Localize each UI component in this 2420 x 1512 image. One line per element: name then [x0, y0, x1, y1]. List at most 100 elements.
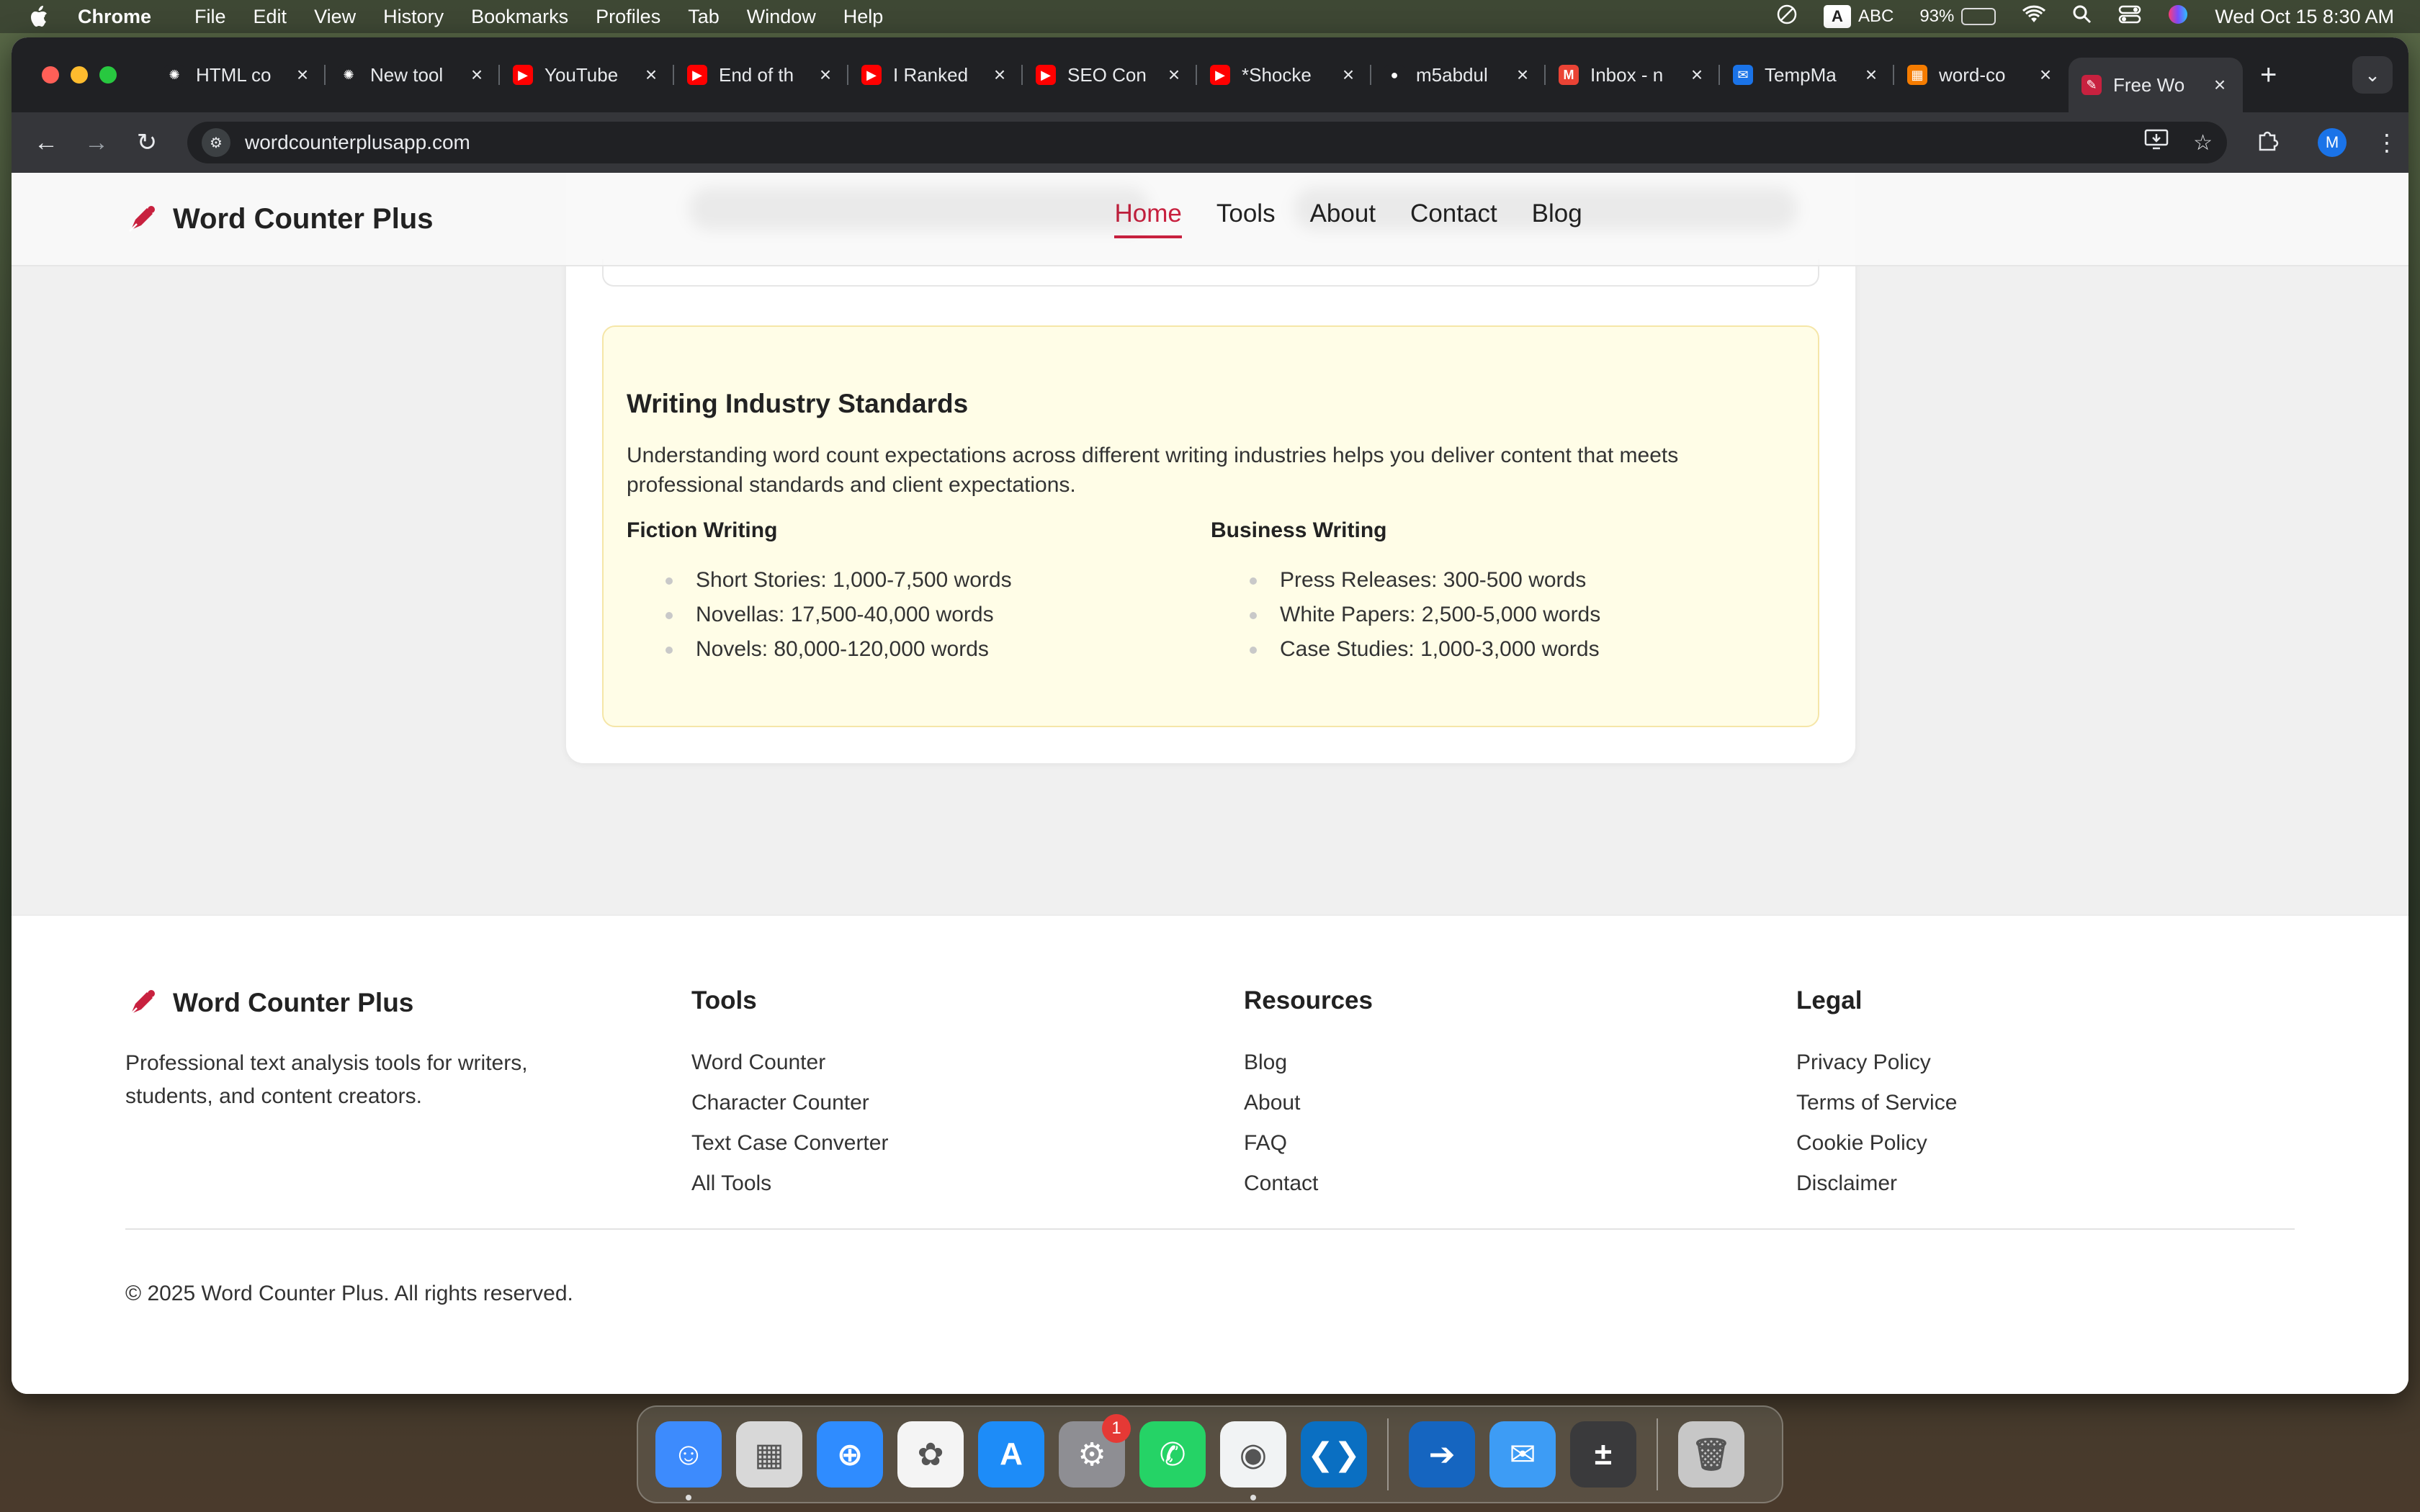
- footer-link-contact[interactable]: Contact: [1244, 1164, 1373, 1204]
- calculator-icon[interactable]: ±: [1570, 1421, 1636, 1488]
- close-tab-icon[interactable]: ×: [2210, 73, 2230, 96]
- tab-search-button[interactable]: ⌄: [2352, 56, 2393, 94]
- footer-legal-title: Legal: [1796, 986, 1863, 1014]
- finder-icon[interactable]: ☺: [655, 1421, 722, 1500]
- close-tab-icon[interactable]: ×: [1164, 63, 1184, 86]
- close-tab-icon[interactable]: ×: [292, 63, 313, 86]
- menu-app-name[interactable]: Chrome: [78, 6, 151, 28]
- wifi-icon[interactable]: [2022, 5, 2046, 29]
- footer-link-terms-of-service[interactable]: Terms of Service: [1796, 1083, 1957, 1123]
- input-source[interactable]: A ABC: [1823, 5, 1894, 28]
- browser-tab[interactable]: ▶ *Shocke ×: [1197, 53, 1371, 96]
- close-tab-icon[interactable]: ×: [990, 63, 1010, 86]
- new-tab-button[interactable]: +: [2260, 59, 2277, 91]
- zoom-window-button[interactable]: [99, 66, 117, 84]
- site-header: Word Counter Plus Home Tools About Conta…: [12, 173, 2408, 266]
- chrome-menu-icon[interactable]: ⋮: [2375, 129, 2398, 156]
- close-tab-icon[interactable]: ×: [1338, 63, 1358, 86]
- extensions-icon[interactable]: [2256, 128, 2279, 157]
- close-tab-icon[interactable]: ×: [467, 63, 487, 86]
- accessibility-icon[interactable]: [1776, 4, 1798, 30]
- close-window-button[interactable]: [42, 66, 59, 84]
- footer-copyright: © 2025 Word Counter Plus. All rights res…: [125, 1282, 573, 1305]
- whatsapp-icon[interactable]: ✆: [1139, 1421, 1206, 1488]
- standards-intro: Understanding word count expectations ac…: [627, 444, 1679, 497]
- bookmark-star-icon[interactable]: ☆: [2193, 130, 2213, 156]
- menu-view[interactable]: View: [314, 6, 356, 28]
- browser-tab[interactable]: ▦ word-co ×: [1894, 53, 2069, 96]
- close-tab-icon[interactable]: ×: [2035, 63, 2056, 86]
- menu-window[interactable]: Window: [747, 6, 816, 28]
- site-info-icon[interactable]: ⚙: [202, 128, 230, 157]
- menu-help[interactable]: Help: [843, 6, 884, 28]
- back-button[interactable]: ←: [30, 127, 62, 158]
- footer-link-cookie-policy[interactable]: Cookie Policy: [1796, 1123, 1957, 1164]
- input-source-badge: A: [1823, 5, 1851, 28]
- footer-link-character-counter[interactable]: Character Counter: [691, 1083, 888, 1123]
- close-tab-icon[interactable]: ×: [1512, 63, 1533, 86]
- footer-link-faq[interactable]: FAQ: [1244, 1123, 1373, 1164]
- safari-icon[interactable]: ⊕: [817, 1421, 883, 1488]
- mail-icon[interactable]: ✉: [1489, 1421, 1556, 1488]
- footer-link-text-case-converter[interactable]: Text Case Converter: [691, 1123, 888, 1164]
- github-icon: ●: [1384, 65, 1404, 85]
- app-store-icon[interactable]: A: [978, 1421, 1044, 1488]
- tabs-container: ✺ HTML co × ✺ New tool × ▶ YouTube × ▶ End of th × ▶…: [151, 37, 2243, 112]
- browser-tab[interactable]: ▶ YouTube ×: [500, 53, 674, 96]
- photos-icon[interactable]: ✿: [897, 1421, 964, 1488]
- menu-history[interactable]: History: [383, 6, 444, 28]
- address-bar[interactable]: ⚙ wordcounterplusapp.com ☆: [187, 122, 2227, 163]
- vscode-icon[interactable]: ❮❯: [1301, 1421, 1367, 1488]
- launchpad-icon[interactable]: ▦: [736, 1421, 802, 1488]
- menu-tab[interactable]: Tab: [688, 6, 720, 28]
- menu-edit[interactable]: Edit: [254, 6, 287, 28]
- system-settings-icon[interactable]: ⚙ 1: [1059, 1414, 1131, 1488]
- siri-icon[interactable]: [2167, 4, 2189, 30]
- install-app-icon[interactable]: [2144, 129, 2169, 156]
- chrome-icon[interactable]: ◉: [1220, 1421, 1286, 1500]
- menubar-datetime[interactable]: Wed Oct 15 8:30 AM: [2215, 6, 2394, 28]
- minimize-window-button[interactable]: [71, 66, 88, 84]
- footer-link-all-tools[interactable]: All Tools: [691, 1164, 888, 1204]
- footer-tagline: Professional text analysis tools for wri…: [125, 1051, 528, 1108]
- menu-file[interactable]: File: [194, 6, 226, 28]
- trash-icon[interactable]: 🗑: [1678, 1421, 1744, 1488]
- footer-link-blog[interactable]: Blog: [1244, 1043, 1373, 1083]
- menu-profiles[interactable]: Profiles: [596, 6, 660, 28]
- browser-tab[interactable]: M Inbox - n ×: [1546, 53, 1720, 96]
- footer-brand-name: Word Counter Plus: [173, 988, 414, 1017]
- apple-menu-icon[interactable]: [27, 4, 49, 29]
- browser-tab[interactable]: ✺ New tool ×: [326, 53, 500, 96]
- battery-status[interactable]: 93%: [1919, 6, 1996, 27]
- site-brand-name: Word Counter Plus: [173, 202, 434, 235]
- browser-tab[interactable]: ▶ End of th ×: [674, 53, 848, 96]
- tab-title: New tool: [370, 63, 444, 86]
- migration-icon[interactable]: ➔: [1409, 1421, 1475, 1488]
- forward-button[interactable]: →: [81, 127, 112, 158]
- footer-link-disclaimer[interactable]: Disclaimer: [1796, 1164, 1957, 1204]
- browser-tab[interactable]: ✉ TempMa ×: [1720, 53, 1894, 96]
- close-tab-icon[interactable]: ×: [1861, 63, 1881, 86]
- profile-avatar[interactable]: M: [2318, 128, 2347, 157]
- nav-tools[interactable]: Tools: [1216, 199, 1276, 238]
- footer-link-about[interactable]: About: [1244, 1083, 1373, 1123]
- browser-tab[interactable]: ▶ I Ranked ×: [848, 53, 1023, 96]
- list-item: Press Releases: 300-500 words: [1250, 563, 1795, 598]
- browser-tab[interactable]: ✺ HTML co ×: [151, 53, 326, 96]
- site-brand[interactable]: Word Counter Plus: [125, 202, 433, 235]
- control-center-icon[interactable]: [2118, 4, 2141, 30]
- footer-link-privacy-policy[interactable]: Privacy Policy: [1796, 1043, 1957, 1083]
- close-tab-icon[interactable]: ×: [641, 63, 661, 86]
- menu-bookmarks[interactable]: Bookmarks: [471, 6, 568, 28]
- reload-button[interactable]: ↻: [131, 127, 163, 158]
- close-tab-icon[interactable]: ×: [1687, 63, 1707, 86]
- address-url[interactable]: wordcounterplusapp.com: [245, 131, 470, 154]
- browser-tab[interactable]: ● m5abdul ×: [1371, 53, 1546, 96]
- browser-tab[interactable]: ▶ SEO Con ×: [1023, 53, 1197, 96]
- close-tab-icon[interactable]: ×: [815, 63, 835, 86]
- browser-tab[interactable]: ✎ Free Wo ×: [2069, 58, 2243, 112]
- footer-link-word-counter[interactable]: Word Counter: [691, 1043, 888, 1083]
- tab-title: *Shocke: [1242, 63, 1312, 86]
- spotlight-search-icon[interactable]: [2072, 4, 2092, 30]
- tempmail-icon: ✉: [1733, 65, 1753, 85]
